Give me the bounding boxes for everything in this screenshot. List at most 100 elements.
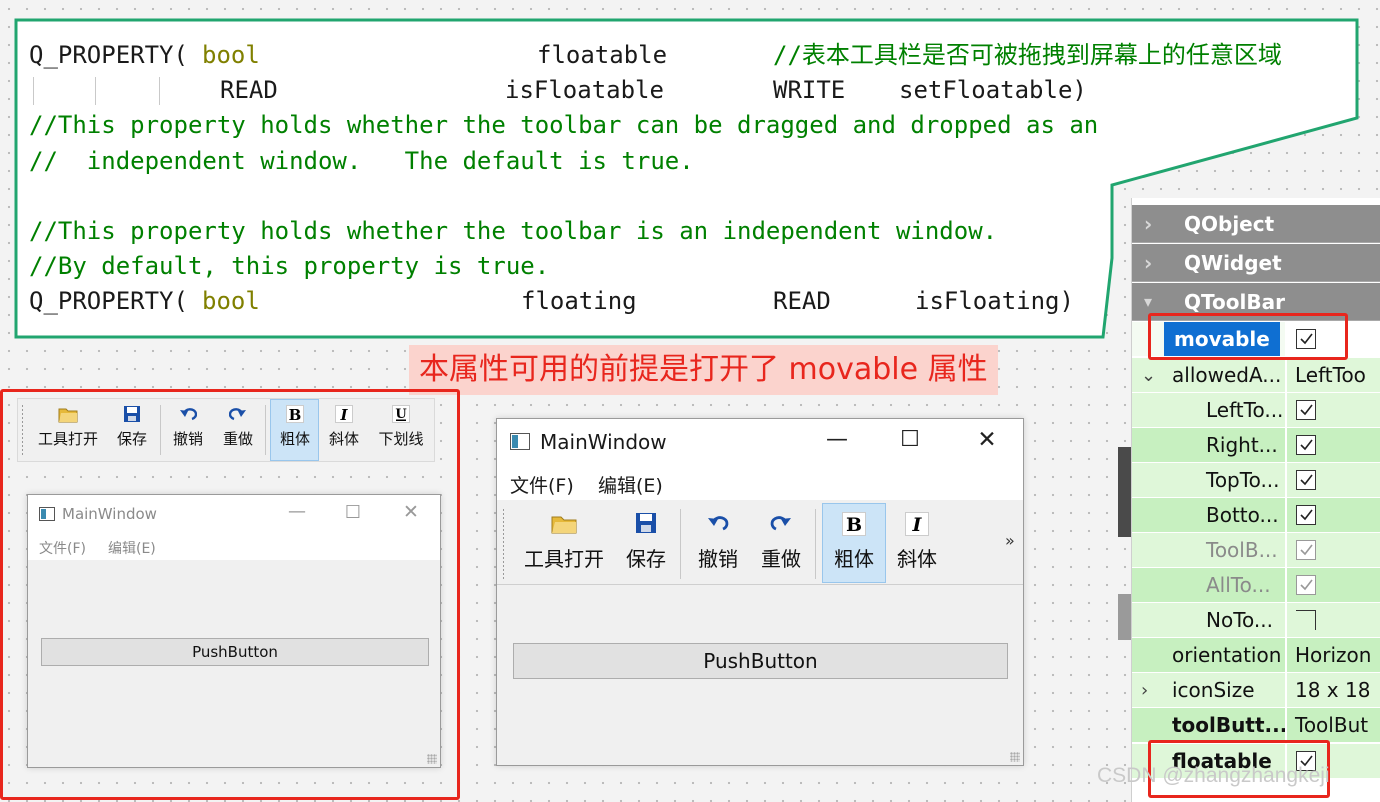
prop-value-cell[interactable]: [1286, 463, 1380, 497]
redo-button[interactable]: 重做: [217, 405, 259, 449]
menu-file[interactable]: 文件(F): [510, 471, 574, 498]
code-write: WRITE: [773, 76, 846, 105]
check-icon: [1300, 439, 1313, 451]
prop-row-notoolbararea[interactable]: NoTo...: [1132, 603, 1380, 638]
undo-button[interactable]: 撤销: [693, 512, 743, 572]
italic-icon: I: [335, 405, 353, 423]
chevron-right-icon: ›: [1144, 251, 1153, 275]
svg-text:B: B: [846, 514, 862, 536]
check-icon: [1300, 509, 1313, 521]
underline-button[interactable]: U 下划线: [374, 405, 428, 449]
redo-button[interactable]: 重做: [756, 512, 806, 572]
close-button[interactable]: ✕: [969, 427, 1005, 453]
prop-value-cell: [1286, 533, 1380, 567]
toolbar-strip: 工具打开 保存 撤销 重做 B 粗体 I 斜体 U 下划线: [17, 398, 435, 462]
size-grip[interactable]: [1010, 752, 1020, 762]
prop-row-iconsize[interactable]: › iconSize 18 x 18: [1132, 673, 1380, 708]
save-button[interactable]: 保存: [621, 512, 671, 572]
menubar: 文件(F) 编辑(E): [28, 532, 440, 560]
code-read: READ: [220, 76, 278, 105]
prop-value-cell[interactable]: [1286, 428, 1380, 462]
titlebar[interactable]: MainWindow — ☐ ✕: [28, 495, 440, 532]
check-icon: [1300, 579, 1313, 591]
prop-row-bottomtoolbararea[interactable]: Botto...: [1132, 498, 1380, 533]
prop-value-cell[interactable]: [1286, 498, 1380, 532]
prop-value-cell[interactable]: 18 x 18: [1286, 673, 1380, 707]
maximize-button[interactable]: ☐: [892, 427, 928, 452]
highlight-box-movable: [1148, 313, 1348, 360]
prop-row-alltoolbarareas[interactable]: AllTo...: [1132, 568, 1380, 603]
code-setter: setFloatable): [899, 76, 1087, 105]
maximize-button[interactable]: ☐: [338, 502, 368, 523]
minimize-button[interactable]: —: [282, 501, 312, 522]
minimize-button[interactable]: —: [819, 427, 855, 452]
italic-label: 斜体: [897, 547, 937, 571]
bold-button[interactable]: B 粗体: [829, 512, 879, 572]
prop-value-cell[interactable]: LeftToo: [1286, 358, 1380, 392]
prop-row-toolbuttonstyle[interactable]: toolButt... ToolBut: [1132, 708, 1380, 743]
menu-file[interactable]: 文件(F): [39, 538, 86, 558]
prop-value: 18 x 18: [1295, 678, 1371, 702]
save-button[interactable]: 保存: [110, 405, 154, 449]
checkbox: [1296, 575, 1316, 595]
prop-value-cell[interactable]: [1286, 603, 1380, 637]
undo-icon: [708, 516, 729, 531]
window-title: MainWindow: [540, 430, 667, 454]
checkbox: [1296, 540, 1316, 560]
menu-edit[interactable]: 编辑(E): [598, 471, 663, 498]
prop-value: Horizon: [1295, 643, 1372, 667]
group-label: QWidget: [1184, 251, 1282, 275]
checkbox[interactable]: [1296, 400, 1316, 420]
tool-open-button[interactable]: 工具打开: [36, 405, 100, 449]
close-button[interactable]: ✕: [396, 501, 426, 523]
push-button[interactable]: PushButton: [41, 638, 429, 666]
prop-row-orientation[interactable]: orientation Horizon: [1132, 638, 1380, 673]
prop-row-lefttoolbararea[interactable]: LeftTo...: [1132, 393, 1380, 428]
code-getter: isFloatable: [505, 76, 664, 105]
group-qobject[interactable]: › QObject: [1132, 205, 1380, 243]
size-grip[interactable]: [427, 754, 437, 764]
prop-value-cell[interactable]: ToolBut: [1286, 708, 1380, 742]
code-prop-name: floating: [521, 287, 637, 316]
prop-value-cell[interactable]: [1286, 393, 1380, 427]
group-qwidget[interactable]: › QWidget: [1132, 244, 1380, 282]
prop-name-cell: toolButt...: [1132, 708, 1285, 742]
prop-row-allowedareas[interactable]: ⌄ allowedA... LeftToo: [1132, 358, 1380, 393]
indent-guide: [33, 77, 34, 106]
undo-button[interactable]: 撤销: [168, 405, 208, 449]
indent-guide: [159, 77, 160, 106]
toolbar-separator: [815, 509, 816, 579]
toolbar-handle[interactable]: [503, 509, 504, 579]
italic-button[interactable]: I 斜体: [323, 405, 365, 449]
tool-open-button[interactable]: 工具打开: [521, 512, 607, 572]
code-macro: Q_PROPERTY(: [29, 41, 188, 69]
folder-icon: [58, 408, 78, 423]
checkbox[interactable]: [1296, 470, 1316, 490]
bold-icon: B: [286, 405, 304, 423]
titlebar[interactable]: MainWindow — ☐ ✕: [497, 419, 1023, 464]
code-comment-cn: //表本工具栏是否可被拖拽到屏幕上的任意区域: [773, 41, 1282, 69]
toolbar-overflow-chevron[interactable]: »: [1005, 531, 1015, 550]
undo-label: 撤销: [172, 430, 203, 448]
code-type: bool: [202, 41, 260, 69]
prop-row-toptoolbararea[interactable]: TopTo...: [1132, 463, 1380, 498]
checkbox[interactable]: [1296, 435, 1316, 455]
prop-value-cell[interactable]: Horizon: [1286, 638, 1380, 672]
property-editor: › QObject › QWidget ▾ QToolBar movable ⌄…: [1131, 198, 1380, 802]
checkbox[interactable]: [1296, 610, 1316, 630]
splitter-handle[interactable]: [1118, 594, 1132, 640]
prop-row-toolbararea-mask[interactable]: ToolB...: [1132, 533, 1380, 568]
code-line-1: Q_PROPERTY( bool floatable //表本工具栏是否可被拖拽…: [29, 38, 1349, 73]
bold-button[interactable]: B 粗体: [274, 405, 316, 449]
menu-edit[interactable]: 编辑(E): [108, 538, 156, 558]
prop-name-cell: LeftTo...: [1132, 393, 1285, 427]
italic-button[interactable]: I 斜体: [892, 512, 942, 572]
prop-name-cell: › iconSize: [1132, 673, 1285, 707]
undo-label: 撤销: [698, 547, 738, 571]
window-title: MainWindow: [62, 505, 157, 523]
splitter-handle[interactable]: [1118, 447, 1132, 537]
checkbox[interactable]: [1296, 505, 1316, 525]
prop-row-righttoolbararea[interactable]: Right...: [1132, 428, 1380, 463]
toolbar-handle[interactable]: [22, 405, 23, 455]
push-button[interactable]: PushButton: [513, 643, 1008, 679]
